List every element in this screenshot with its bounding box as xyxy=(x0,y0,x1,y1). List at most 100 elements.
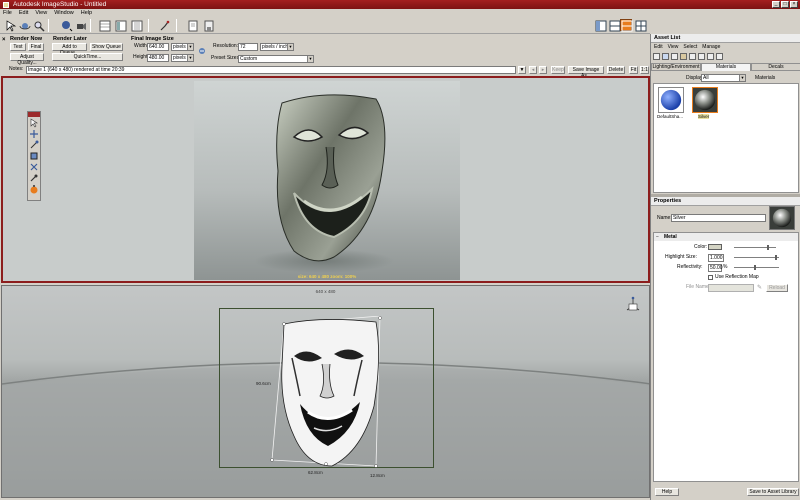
cut-tool-icon[interactable] xyxy=(29,162,39,172)
display-dropdown[interactable]: All ▼ xyxy=(701,74,746,82)
minimize-button[interactable]: _ xyxy=(772,1,780,8)
reflectivity-slider-knob[interactable] xyxy=(754,265,756,270)
menu-window[interactable]: Window xyxy=(54,9,74,17)
orbit-icon[interactable] xyxy=(18,19,31,31)
mask-wireframe[interactable] xyxy=(262,316,387,476)
asset-menu-manage[interactable]: Manage xyxy=(702,43,720,51)
menu-help[interactable]: Help xyxy=(81,9,92,17)
grid-icon[interactable] xyxy=(98,19,111,32)
asset-thumbs-icon[interactable] xyxy=(716,53,723,60)
move-tool-icon[interactable] xyxy=(29,129,39,139)
menu-file[interactable]: File xyxy=(3,9,12,17)
help-button[interactable]: Help xyxy=(655,488,679,496)
file-name-field[interactable] xyxy=(708,284,754,292)
reload-button[interactable]: Reload xyxy=(766,284,788,292)
tab-lighting-environment[interactable]: Lighting/Environment xyxy=(651,63,701,71)
link-aspect-icon[interactable] xyxy=(198,47,206,55)
metal-section-header[interactable]: Metal xyxy=(654,233,798,241)
final-render-button[interactable]: Final xyxy=(28,43,44,51)
keep-button[interactable]: Keep xyxy=(551,66,565,74)
camera-icon[interactable] xyxy=(74,19,86,31)
asset-menu-view[interactable]: View xyxy=(668,43,679,51)
notes-field[interactable]: Image 1 (640 x 480) rendered at time 20:… xyxy=(26,66,516,74)
notes-dropdown-button[interactable]: ▼ xyxy=(518,66,526,74)
scene-viewport[interactable]: 640 x 480 90.6cm 62.8cm 12.8cm xyxy=(1,285,650,498)
fit-button[interactable]: Fit xyxy=(629,66,638,74)
collapse-icon[interactable]: − xyxy=(656,234,659,240)
quicktime-button[interactable]: QuickTime... xyxy=(52,53,123,61)
palette-title-bar[interactable] xyxy=(28,112,40,117)
width-field[interactable]: 640.00 xyxy=(147,43,169,51)
resolution-field[interactable]: 72 xyxy=(238,43,258,51)
light-icon[interactable] xyxy=(60,19,73,32)
color-slider-knob[interactable] xyxy=(767,245,769,250)
highlight-slider-knob[interactable] xyxy=(775,255,777,260)
render-now-close-icon[interactable]: × xyxy=(2,37,6,43)
height-unit-dropdown[interactable]: pixels ▼ xyxy=(171,54,194,62)
render-viewport[interactable]: size: 640 x 480 zoom: 100% xyxy=(1,76,650,283)
asset-list-title: Asset List xyxy=(651,34,800,43)
pan-icon[interactable] xyxy=(158,19,170,31)
tab-decals[interactable]: Decals xyxy=(751,63,800,71)
color-slider[interactable] xyxy=(734,245,776,250)
preset-sizes-dropdown[interactable]: Custom ▼ xyxy=(238,55,314,63)
asset-list-menu: Edit View Select Manage xyxy=(651,43,800,51)
asset-open-icon[interactable] xyxy=(662,53,669,60)
menu-edit[interactable]: Edit xyxy=(19,9,28,17)
maximize-button[interactable]: □ xyxy=(781,1,789,8)
back-arrow-icon[interactable]: ◂ xyxy=(529,66,537,74)
asset-list-icon[interactable] xyxy=(689,53,696,60)
highlight-size-field[interactable]: 1.000 xyxy=(708,254,724,262)
add-to-queue-button[interactable]: Add to Queue... xyxy=(52,43,87,56)
adjust-quality-button[interactable]: Adjust Quality... xyxy=(10,53,44,66)
render-caption: size: 640 x 480 zoom: 100% xyxy=(297,274,357,279)
resolution-unit-dropdown[interactable]: pixels / inch ▼ xyxy=(260,43,294,51)
material-name-silver: Silver xyxy=(698,114,710,119)
rotate-tool-icon[interactable] xyxy=(29,140,39,150)
height-field[interactable]: 480.00 xyxy=(147,54,169,62)
one-to-one-button[interactable]: 1:1 xyxy=(640,66,649,74)
color-swatch[interactable] xyxy=(708,244,722,250)
save-image-button[interactable]: Save Image As... xyxy=(568,66,604,79)
use-reflection-map-checkbox[interactable] xyxy=(708,275,713,280)
highlight-slider[interactable] xyxy=(734,255,779,260)
tab-materials[interactable]: Materials xyxy=(701,63,751,71)
scale-tool-icon[interactable] xyxy=(29,151,39,161)
pan-tool-icon[interactable] xyxy=(29,173,39,183)
metal-section-title: Metal xyxy=(664,234,677,240)
material-swatch-silver[interactable] xyxy=(692,87,718,113)
material-swatch-default[interactable] xyxy=(658,87,684,113)
asset-menu-edit[interactable]: Edit xyxy=(654,43,663,51)
asset-menu-select[interactable]: Select xyxy=(683,43,697,51)
view-cube-icon[interactable] xyxy=(624,296,642,316)
layout4-icon[interactable] xyxy=(634,19,647,32)
reflectivity-slider[interactable] xyxy=(734,265,779,270)
close-button[interactable]: × xyxy=(790,1,798,8)
asset-paint-icon[interactable] xyxy=(680,53,687,60)
render-icon[interactable] xyxy=(186,19,198,32)
layout3-icon[interactable] xyxy=(620,19,633,32)
pointer-icon[interactable] xyxy=(4,19,17,32)
panel-icon[interactable] xyxy=(114,19,127,32)
layout1-icon[interactable] xyxy=(594,19,607,32)
browse-icon[interactable]: ✎ xyxy=(757,284,762,291)
asset-details-icon[interactable] xyxy=(707,53,714,60)
list-icon[interactable] xyxy=(130,19,143,32)
reflectivity-field[interactable]: 50.00 xyxy=(708,264,723,272)
select-tool-icon[interactable] xyxy=(29,118,39,128)
asset-save-icon[interactable] xyxy=(671,53,678,60)
show-queue-button[interactable]: Show Queue xyxy=(90,43,123,51)
asset-new-icon[interactable] xyxy=(653,53,660,60)
asset-grid-icon[interactable] xyxy=(698,53,705,60)
forward-arrow-icon[interactable]: ▸ xyxy=(539,66,547,74)
save-icon[interactable] xyxy=(202,19,214,32)
menu-view[interactable]: View xyxy=(35,9,47,17)
save-to-library-button[interactable]: Save to Asset Library xyxy=(747,488,799,496)
material-name-field[interactable]: Silver xyxy=(671,214,766,222)
layout2-icon[interactable] xyxy=(608,19,621,32)
light-tool-icon[interactable] xyxy=(29,184,39,194)
zoom-icon[interactable] xyxy=(32,19,45,32)
width-unit-dropdown[interactable]: pixels ▼ xyxy=(171,43,194,51)
test-render-button[interactable]: Test xyxy=(10,43,26,51)
delete-button[interactable]: Delete xyxy=(607,66,625,74)
